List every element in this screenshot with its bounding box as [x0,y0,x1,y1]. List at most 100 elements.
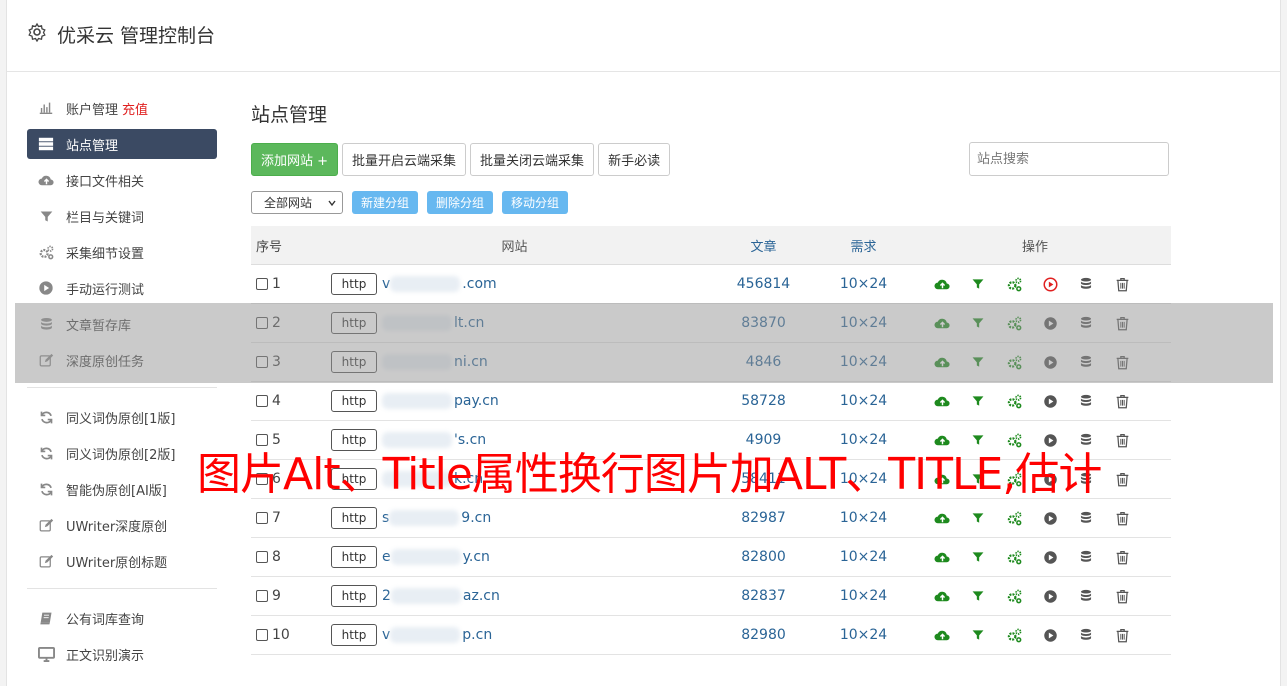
sidebar-item-group2-4[interactable]: UWriter原创标题 [27,546,217,576]
filter-icon[interactable] [969,548,987,566]
protocol-badge[interactable]: http [331,312,377,334]
article-count-link[interactable]: 4846 [699,354,828,370]
article-count-link[interactable]: 58728 [699,393,828,409]
demand-link[interactable]: 10×24 [828,315,899,331]
play-circle-icon[interactable] [1041,548,1059,566]
cloud-upload-icon[interactable] [933,275,951,293]
cloud-upload-icon[interactable] [933,509,951,527]
batch-open-button[interactable]: 批量开启云端采集 [342,142,467,176]
trash-icon[interactable] [1113,587,1131,605]
row-checkbox[interactable] [256,629,268,641]
site-domain-link[interactable]: lt.cn [382,315,484,331]
demand-link[interactable]: 10×24 [828,627,899,643]
article-count-link[interactable]: 82987 [699,510,828,526]
site-domain-link[interactable]: pay.cn [382,393,499,409]
demand-link[interactable]: 10×24 [828,354,899,370]
cogs-icon[interactable] [1005,275,1023,293]
sidebar-item-group1-1[interactable]: 站点管理 [27,129,217,159]
cogs-icon[interactable] [1005,587,1023,605]
filter-icon[interactable] [969,353,987,371]
group-select[interactable]: 全部网站 [251,190,343,214]
play-circle-icon[interactable] [1041,587,1059,605]
play-circle-icon[interactable] [1041,314,1059,332]
sidebar-item-group1-7[interactable]: 深度原创任务 [27,345,217,375]
database-icon[interactable] [1077,548,1095,566]
filter-icon[interactable] [969,392,987,410]
article-count-link[interactable]: 82800 [699,549,828,565]
cloud-upload-icon[interactable] [933,587,951,605]
protocol-badge[interactable]: http [331,507,377,529]
trash-icon[interactable] [1113,509,1131,527]
filter-icon[interactable] [969,509,987,527]
filter-icon[interactable] [969,314,987,332]
filter-icon[interactable] [969,626,987,644]
protocol-badge[interactable]: http [331,273,377,295]
filter-icon[interactable] [969,275,987,293]
database-icon[interactable] [1077,392,1095,410]
delete-group-button[interactable]: 删除分组 [427,190,494,214]
cogs-icon[interactable] [1005,626,1023,644]
site-domain-link[interactable]: 2 az.cn [382,588,500,604]
article-count-link[interactable]: 82980 [699,627,828,643]
row-checkbox[interactable] [256,395,268,407]
row-checkbox[interactable] [256,512,268,524]
demand-link[interactable]: 10×24 [828,588,899,604]
cloud-upload-icon[interactable] [933,353,951,371]
trash-icon[interactable] [1113,431,1131,449]
row-checkbox[interactable] [256,356,268,368]
site-domain-link[interactable]: s 9.cn [382,510,491,526]
protocol-badge[interactable]: http [331,546,377,568]
demand-link[interactable]: 10×24 [828,549,899,565]
play-circle-icon[interactable] [1041,353,1059,371]
sidebar-item-group1-5[interactable]: 手动运行测试 [27,273,217,303]
new-group-button[interactable]: 新建分组 [352,190,419,214]
sidebar-item-group1-6[interactable]: 文章暂存库 [27,309,217,339]
cogs-icon[interactable] [1005,353,1023,371]
trash-icon[interactable] [1113,353,1131,371]
trash-icon[interactable] [1113,548,1131,566]
cogs-icon[interactable] [1005,392,1023,410]
cogs-icon[interactable] [1005,314,1023,332]
demand-link[interactable]: 10×24 [828,393,899,409]
site-search-input[interactable] [969,142,1169,176]
trash-icon[interactable] [1113,392,1131,410]
demand-link[interactable]: 10×24 [828,276,899,292]
row-checkbox[interactable] [256,590,268,602]
play-circle-icon[interactable] [1041,275,1059,293]
play-circle-icon[interactable] [1041,392,1059,410]
protocol-badge[interactable]: http [331,624,377,646]
site-domain-link[interactable]: e y.cn [382,549,490,565]
newbie-guide-button[interactable]: 新手必读 [598,142,671,176]
row-checkbox[interactable] [256,551,268,563]
row-checkbox[interactable] [256,278,268,290]
sidebar-item-group2-0[interactable]: 同义词伪原创[1版] [27,402,217,432]
cogs-icon[interactable] [1005,548,1023,566]
site-domain-link[interactable]: v .com [382,276,497,292]
trash-icon[interactable] [1113,470,1131,488]
cloud-upload-icon[interactable] [933,548,951,566]
filter-icon[interactable] [969,587,987,605]
protocol-badge[interactable]: http [331,585,377,607]
add-site-button[interactable]: 添加网站 + [251,142,339,176]
article-count-link[interactable]: 456814 [699,276,828,292]
trash-icon[interactable] [1113,314,1131,332]
sidebar-item-group2-1[interactable]: 同义词伪原创[2版] [27,438,217,468]
sidebar-item-group2-3[interactable]: UWriter深度原创 [27,510,217,540]
demand-link[interactable]: 10×24 [828,510,899,526]
cloud-upload-icon[interactable] [933,392,951,410]
play-circle-icon[interactable] [1041,509,1059,527]
cloud-upload-icon[interactable] [933,626,951,644]
database-icon[interactable] [1077,587,1095,605]
database-icon[interactable] [1077,626,1095,644]
sidebar-item-group3-0[interactable]: 公有词库查询 [27,603,217,633]
sidebar-item-group3-1[interactable]: 正文识别演示 [27,639,217,669]
protocol-badge[interactable]: http [331,351,377,373]
trash-icon[interactable] [1113,626,1131,644]
play-circle-icon[interactable] [1041,626,1059,644]
database-icon[interactable] [1077,275,1095,293]
sidebar-item-group2-2[interactable]: 智能伪原创[AI版] [27,474,217,504]
recharge-link[interactable]: 充值 [122,99,148,118]
database-icon[interactable] [1077,509,1095,527]
cloud-upload-icon[interactable] [933,314,951,332]
cogs-icon[interactable] [1005,509,1023,527]
